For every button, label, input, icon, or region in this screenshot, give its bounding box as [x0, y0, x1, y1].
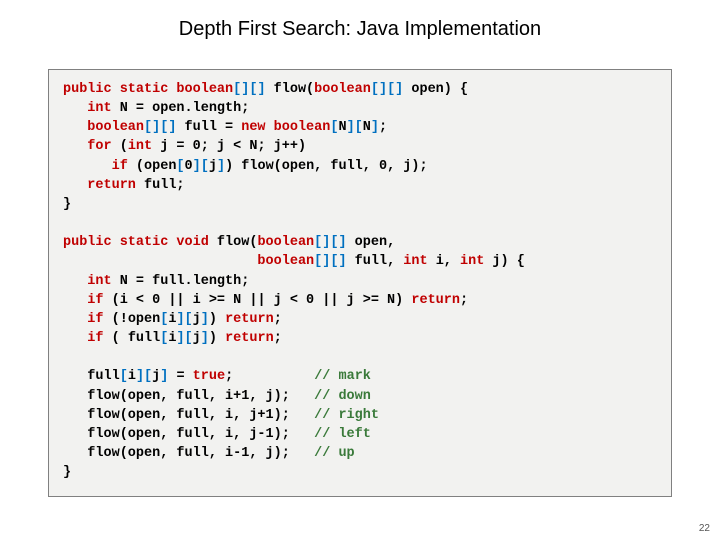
code-token: [][]: [314, 235, 346, 250]
code-token: boolean: [63, 120, 144, 135]
code-token: ;: [274, 312, 282, 327]
code-token: ): [209, 331, 225, 346]
code-token: flow(open, full, i, j-1);: [63, 427, 314, 442]
code-token: int: [63, 274, 112, 289]
code-token: ) flow(open, full, 0, j);: [225, 159, 428, 174]
code-token: i: [128, 369, 136, 384]
page-number: 22: [699, 523, 710, 534]
code-token: int: [128, 139, 152, 154]
code-comment: // right: [314, 408, 379, 423]
code-token: return: [225, 312, 274, 327]
code-token: flow(: [209, 235, 258, 250]
code-token: full;: [136, 178, 185, 193]
code-token: boolean: [314, 82, 371, 97]
code-token: j: [193, 312, 201, 327]
code-token: ;: [225, 369, 314, 384]
code-token: full =: [176, 120, 241, 135]
code-token: ]: [201, 331, 209, 346]
code-token: boolean: [257, 235, 314, 250]
code-token: flow(open, full, i+1, j);: [63, 389, 314, 404]
code-token: (: [112, 139, 128, 154]
code-token: ]: [201, 312, 209, 327]
code-token: N: [338, 120, 346, 135]
code-comment: // up: [314, 446, 355, 461]
code-token: 0: [185, 159, 193, 174]
code-token: j: [193, 331, 201, 346]
code-token: (open: [128, 159, 177, 174]
code-token: [: [176, 159, 184, 174]
code-token: j) {: [484, 254, 525, 269]
code-comment: // mark: [314, 369, 371, 384]
code-token: int: [63, 101, 112, 116]
code-comment: // left: [314, 427, 371, 442]
code-token: if: [63, 331, 104, 346]
code-token: }: [63, 197, 71, 212]
code-token: ][: [136, 369, 152, 384]
code-token: return: [411, 293, 460, 308]
code-token: [][]: [314, 254, 346, 269]
code-token: true: [193, 369, 225, 384]
code-token: open) {: [403, 82, 468, 97]
code-token: =: [168, 369, 192, 384]
code-token: [: [120, 369, 128, 384]
code-token: ;: [274, 331, 282, 346]
code-token: int: [460, 254, 484, 269]
code-token: ): [209, 312, 225, 327]
code-token: N = open.length;: [112, 101, 250, 116]
code-token: ][: [193, 159, 209, 174]
code-token: j = 0; j < N; j++): [152, 139, 306, 154]
code-token: ( full: [104, 331, 161, 346]
slide: Depth First Search: Java Implementation …: [0, 0, 720, 540]
code-token: ;: [460, 293, 468, 308]
code-token: public static void: [63, 235, 209, 250]
code-token: open,: [347, 235, 396, 250]
code-token: ][: [176, 331, 192, 346]
code-token: ]: [371, 120, 379, 135]
code-token: new boolean: [241, 120, 330, 135]
code-token: ]: [217, 159, 225, 174]
slide-title: Depth First Search: Java Implementation: [0, 0, 720, 41]
code-token: if: [63, 312, 104, 327]
code-token: if: [63, 293, 104, 308]
code-token: [][]: [233, 82, 265, 97]
code-token: if: [63, 159, 128, 174]
code-token: full,: [347, 254, 404, 269]
code-token: boolean: [63, 254, 314, 269]
code-token: }: [63, 465, 71, 480]
code-token: (i < 0 || i >= N || j < 0 || j >= N): [104, 293, 412, 308]
code-token: j: [209, 159, 217, 174]
code-token: flow(: [266, 82, 315, 97]
code-token: [][]: [144, 120, 176, 135]
code-token: full: [63, 369, 120, 384]
code-token: public static boolean: [63, 82, 233, 97]
code-token: [][]: [371, 82, 403, 97]
code-token: ][: [176, 312, 192, 327]
code-comment: // down: [314, 389, 371, 404]
code-token: for: [63, 139, 112, 154]
code-token: return: [63, 178, 136, 193]
code-token: flow(open, full, i-1, j);: [63, 446, 314, 461]
code-token: N: [363, 120, 371, 135]
code-box: public static boolean[][] flow(boolean[]…: [48, 69, 672, 497]
code-token: i,: [428, 254, 460, 269]
code-token: (!open: [104, 312, 161, 327]
code-token: int: [403, 254, 427, 269]
code-token: ][: [347, 120, 363, 135]
code-token: flow(open, full, i, j+1);: [63, 408, 314, 423]
code-token: N = full.length;: [112, 274, 250, 289]
code-token: ;: [379, 120, 387, 135]
code-token: return: [225, 331, 274, 346]
